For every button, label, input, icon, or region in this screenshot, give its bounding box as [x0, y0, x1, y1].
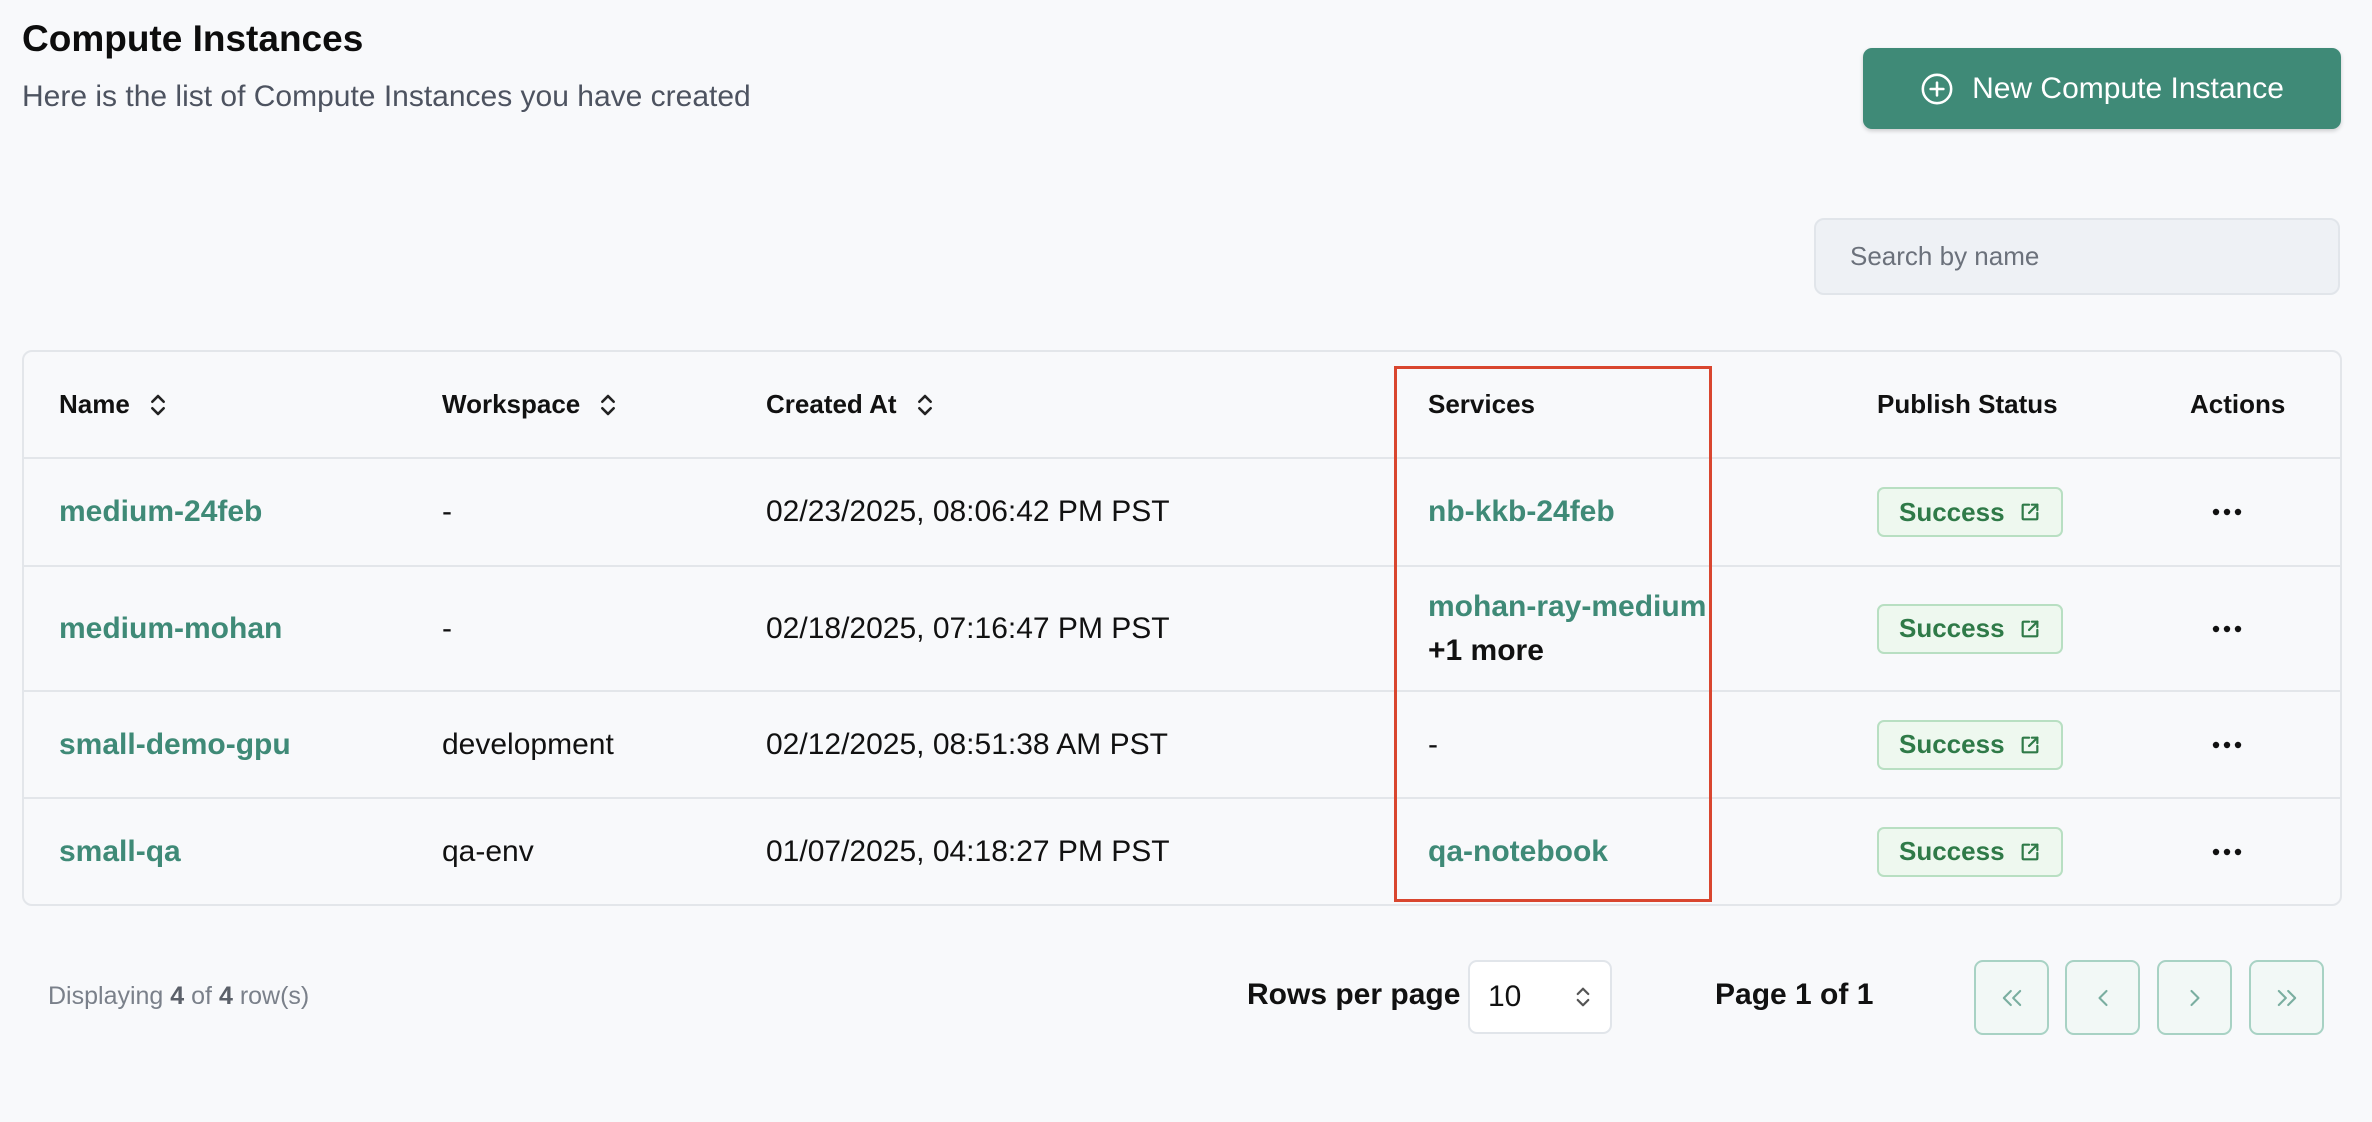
rows-per-page-value: 10	[1488, 980, 1522, 1013]
created-at-value: 02/18/2025, 07:16:47 PM PST	[766, 611, 1170, 645]
instance-name-link[interactable]: small-qa	[59, 835, 181, 869]
external-link-icon	[2021, 503, 2038, 521]
more-horizontal-icon[interactable]	[2212, 624, 2242, 634]
column-header-publish-status-label: Publish Status	[1877, 389, 2058, 419]
search-box	[1814, 218, 2340, 295]
page-info: Page 1 of 1	[1715, 978, 1874, 1011]
first-page-icon	[2002, 989, 2021, 1006]
table-row: small-demo-gpu development 02/12/2025, 0…	[24, 692, 2340, 799]
table-row: medium-24feb - 02/23/2025, 08:06:42 PM P…	[24, 459, 2340, 567]
next-page-icon	[2189, 989, 2200, 1006]
chevron-up-down-icon	[1576, 987, 1590, 1007]
instance-name-link[interactable]: small-demo-gpu	[59, 728, 291, 762]
last-page-button[interactable]	[2249, 960, 2324, 1035]
display-count: 4	[170, 982, 185, 1010]
service-value: -	[1428, 727, 1438, 761]
instance-name-link[interactable]: medium-mohan	[59, 612, 282, 646]
display-total: 4	[218, 982, 233, 1010]
plus-circle-icon	[1921, 73, 1953, 104]
column-header-created-at[interactable]: Created At	[766, 352, 935, 457]
status-badge-label: Success	[1899, 613, 2005, 643]
column-header-workspace-label: Workspace	[442, 389, 581, 419]
next-page-button[interactable]	[2157, 960, 2232, 1035]
sort-icon[interactable]	[915, 392, 935, 418]
page-subtitle: Here is the list of Compute Instances yo…	[22, 80, 751, 113]
column-header-name[interactable]: Name	[59, 352, 168, 457]
workspace-value: qa-env	[442, 834, 534, 868]
workspace-value: development	[442, 727, 614, 761]
status-badge[interactable]: Success	[1877, 487, 2063, 537]
external-link-icon	[2021, 620, 2038, 637]
page: Compute Instances Here is the list of Co…	[0, 0, 2372, 1122]
external-link-icon	[2021, 736, 2038, 753]
instance-name-link[interactable]: medium-24feb	[59, 495, 262, 529]
more-horizontal-icon[interactable]	[2212, 507, 2242, 517]
column-header-services-label: Services	[1428, 389, 1535, 419]
display-prefix: Displaying	[48, 982, 164, 1010]
service-link[interactable]: qa-notebook	[1428, 835, 1608, 869]
previous-page-button[interactable]	[2065, 960, 2140, 1035]
status-badge-label: Success	[1899, 836, 2005, 866]
workspace-value: -	[442, 611, 452, 645]
table-header-row: Name Workspace Created At Services Publi…	[24, 352, 2340, 459]
new-compute-instance-button[interactable]: New Compute Instance	[1863, 48, 2341, 129]
more-horizontal-icon[interactable]	[2212, 847, 2242, 857]
page-title: Compute Instances	[22, 18, 364, 59]
rows-per-page-label: Rows per page	[1247, 978, 1461, 1011]
column-header-services: Services	[1428, 352, 1535, 457]
column-header-workspace[interactable]: Workspace	[442, 352, 618, 457]
status-badge[interactable]: Success	[1877, 826, 2063, 877]
status-badge[interactable]: Success	[1877, 719, 2063, 770]
service-link[interactable]: mohan-ray-medium	[1428, 585, 1706, 629]
column-header-created-at-label: Created At	[766, 389, 897, 419]
column-header-name-label: Name	[59, 389, 130, 419]
status-badge-label: Success	[1899, 496, 2005, 527]
table-row: medium-mohan - 02/18/2025, 07:16:47 PM P…	[24, 567, 2340, 692]
created-at-value: 02/12/2025, 08:51:38 AM PST	[766, 727, 1168, 761]
status-badge-label: Success	[1899, 729, 2005, 759]
prev-page-icon	[2097, 989, 2108, 1006]
workspace-value: -	[442, 495, 452, 528]
first-page-button[interactable]	[1974, 960, 2049, 1035]
rows-per-page-select[interactable]: 10	[1468, 960, 1612, 1034]
created-at-value: 01/07/2025, 04:18:27 PM PST	[766, 834, 1170, 868]
display-of: of	[191, 982, 213, 1010]
sort-icon[interactable]	[598, 392, 618, 418]
services-cell: mohan-ray-medium +1 more	[1428, 585, 1706, 673]
status-badge[interactable]: Success	[1877, 603, 2063, 654]
sort-icon[interactable]	[148, 392, 168, 418]
column-header-actions: Actions	[2190, 352, 2285, 457]
instances-table: Name Workspace Created At Services Publi…	[22, 350, 2342, 906]
more-services-link[interactable]: +1 more	[1428, 629, 1706, 673]
more-horizontal-icon[interactable]	[2212, 740, 2242, 750]
service-link[interactable]: nb-kkb-24feb	[1428, 495, 1615, 529]
display-suffix: row(s)	[239, 982, 310, 1010]
search-input[interactable]	[1816, 220, 2338, 293]
column-header-actions-label: Actions	[2190, 389, 2286, 419]
row-count-summary: Displaying 4 of 4 row(s)	[48, 982, 309, 1011]
table-row: small-qa qa-env 01/07/2025, 04:18:27 PM …	[24, 799, 2340, 904]
column-header-publish-status: Publish Status	[1877, 352, 2058, 457]
new-compute-instance-label: New Compute Instance	[1972, 71, 2284, 105]
created-at-value: 02/23/2025, 08:06:42 PM PST	[766, 495, 1170, 528]
last-page-icon	[2277, 989, 2296, 1006]
external-link-icon	[2021, 843, 2038, 860]
